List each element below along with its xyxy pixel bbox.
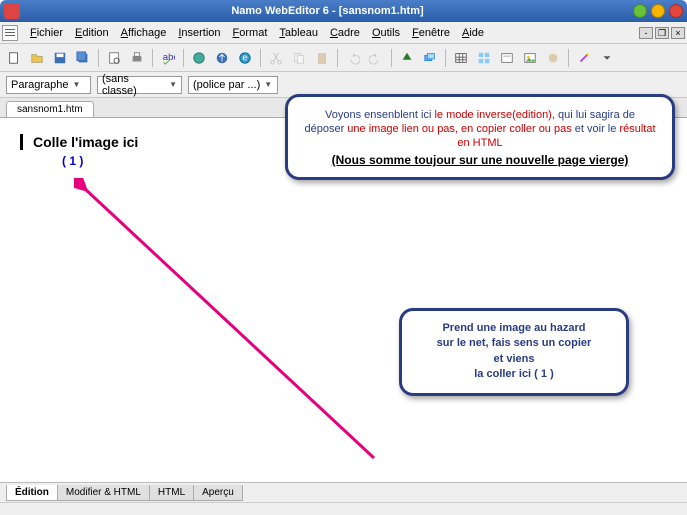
window-title: Namo WebEditor 6 - [sansnom1.htm]: [26, 5, 629, 17]
browser-icon[interactable]: [189, 48, 209, 68]
toolbar-main: abc e: [0, 44, 687, 72]
c1-b: le mode inverse(edition): [434, 109, 551, 121]
menu-insertion[interactable]: Insertion: [172, 25, 226, 41]
c1-e: et voir le: [575, 123, 620, 135]
c2-l2: sur le net, fais sens un copier: [418, 336, 610, 351]
titlebar: Namo WebEditor 6 - [sansnom1.htm]: [0, 0, 687, 22]
annotation-callout-2: Prend une image au hazard sur le net, fa…: [399, 308, 629, 396]
menu-outils[interactable]: Outils: [366, 25, 406, 41]
c1-a: Voyons ensenblent ici: [325, 109, 434, 121]
tab-apercu[interactable]: Aperçu: [193, 485, 243, 501]
save-icon[interactable]: [50, 48, 70, 68]
menu-fenetre[interactable]: Fenêtre: [406, 25, 456, 41]
c2-l4: la coller ici ( 1 ): [418, 367, 610, 382]
font-combo[interactable]: (police par ...)▼: [188, 76, 278, 94]
tab-edition[interactable]: Édition: [6, 485, 58, 501]
app-icon: [4, 3, 20, 19]
annotation-arrow: [74, 178, 394, 478]
mdi-close-icon[interactable]: ×: [671, 27, 685, 39]
c1-line2: (Nous somme toujour sur une nouvelle pag…: [304, 153, 656, 167]
paste-icon[interactable]: [312, 48, 332, 68]
cut-icon[interactable]: [266, 48, 286, 68]
c2-l3: et viens: [418, 352, 610, 367]
copy-icon[interactable]: [289, 48, 309, 68]
wand-icon[interactable]: [574, 48, 594, 68]
save-all-icon[interactable]: [73, 48, 93, 68]
menu-edition[interactable]: Edition: [69, 25, 115, 41]
image-icon[interactable]: [520, 48, 540, 68]
mdi-restore-icon[interactable]: ❐: [655, 27, 669, 39]
open-icon[interactable]: [27, 48, 47, 68]
new-icon[interactable]: [4, 48, 24, 68]
menu-cadre[interactable]: Cadre: [324, 25, 366, 41]
print-icon[interactable]: [127, 48, 147, 68]
tab-modifier-html[interactable]: Modifier & HTML: [57, 485, 150, 501]
maximize-button[interactable]: [651, 4, 665, 18]
menubar: Fichier Edition Affichage Insertion Form…: [0, 22, 687, 44]
grid-icon[interactable]: [474, 48, 494, 68]
mdi-controls: - ❐ ×: [639, 27, 685, 39]
form-icon[interactable]: [497, 48, 517, 68]
paragraph-combo[interactable]: Paragraphe▼: [6, 76, 91, 94]
editor-area[interactable]: Colle l'image ici ( 1 ) Voyons ensenblen…: [0, 118, 687, 482]
file-tab[interactable]: sansnom1.htm: [6, 101, 94, 117]
c1-d: une image lien ou pas, en copier coller …: [347, 123, 574, 135]
layers-icon[interactable]: [420, 48, 440, 68]
svg-text:e: e: [242, 52, 247, 63]
ie-icon[interactable]: e: [235, 48, 255, 68]
class-combo[interactable]: (sans classe)▼: [97, 76, 182, 94]
paragraph-label: Paragraphe: [11, 79, 69, 91]
undo-icon[interactable]: [343, 48, 363, 68]
menu-format[interactable]: Format: [227, 25, 274, 41]
mdi-min-icon[interactable]: -: [639, 27, 653, 39]
table-icon[interactable]: [451, 48, 471, 68]
close-button[interactable]: [669, 4, 683, 18]
menu-toggle-icon[interactable]: [2, 25, 18, 41]
menu-affichage[interactable]: Affichage: [115, 25, 173, 41]
tree-icon[interactable]: [397, 48, 417, 68]
shape-icon[interactable]: [543, 48, 563, 68]
class-label: (sans classe): [102, 73, 165, 97]
view-tabs: Édition Modifier & HTML HTML Aperçu: [0, 482, 687, 502]
spellcheck-icon[interactable]: abc: [158, 48, 178, 68]
c2-l1: Prend une image au hazard: [418, 321, 610, 336]
redo-icon[interactable]: [366, 48, 386, 68]
statusbar: [0, 502, 687, 515]
dropdown-icon[interactable]: [597, 48, 617, 68]
menu-fichier[interactable]: Fichier: [24, 25, 69, 41]
tab-html[interactable]: HTML: [149, 485, 194, 501]
annotation-callout-1: Voyons ensenblent ici le mode inverse(ed…: [285, 94, 675, 180]
print-preview-icon[interactable]: [104, 48, 124, 68]
publish-icon[interactable]: [212, 48, 232, 68]
menu-tableau[interactable]: Tableau: [273, 25, 324, 41]
minimize-button[interactable]: [633, 4, 647, 18]
font-label: (police par ...): [193, 79, 260, 91]
menu-aide[interactable]: Aide: [456, 25, 490, 41]
